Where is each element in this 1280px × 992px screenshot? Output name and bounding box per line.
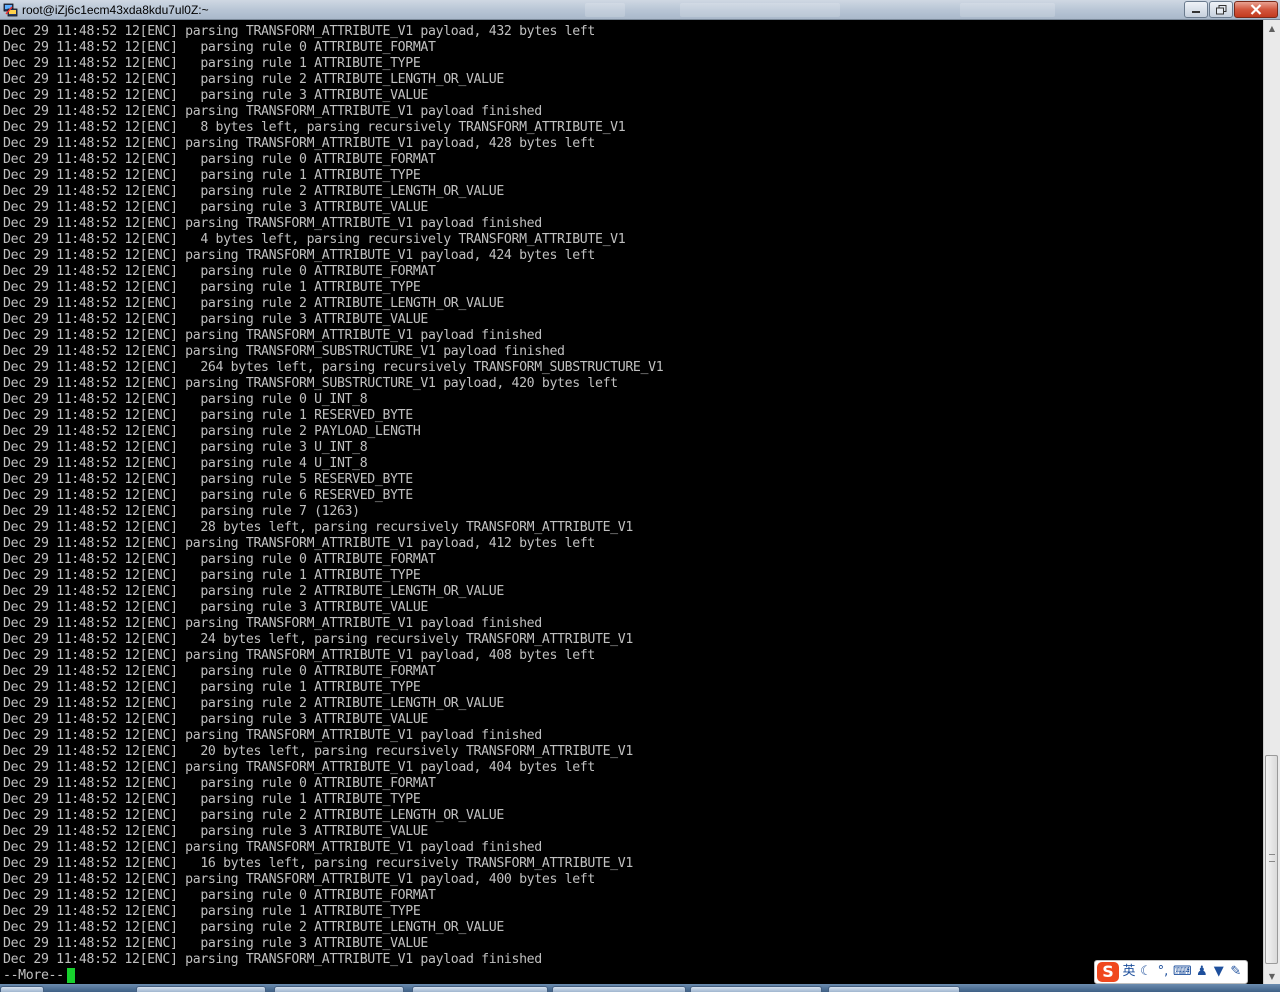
terminal-line: Dec 29 11:48:52 12[ENC] parsing rule 1 A…: [3, 904, 421, 919]
sogou-logo-icon[interactable]: S: [1097, 962, 1119, 982]
maximize-icon: [1215, 4, 1226, 14]
shirt-icon[interactable]: ▼: [1212, 962, 1226, 982]
terminal-line: Dec 29 11:48:52 12[ENC] parsing rule 1 A…: [3, 168, 421, 183]
terminal-line: Dec 29 11:48:52 12[ENC] parsing rule 0 A…: [3, 776, 436, 791]
terminal-line: Dec 29 11:48:52 12[ENC] parsing rule 1 R…: [3, 408, 413, 423]
keyboard-icon[interactable]: ⌨: [1173, 962, 1192, 982]
terminal-line: Dec 29 11:48:52 12[ENC] parsing TRANSFOR…: [3, 760, 595, 775]
taskbar-button[interactable]: [552, 986, 686, 992]
grip-icon: [1269, 854, 1275, 862]
taskbar-button[interactable]: [828, 986, 960, 992]
terminal-line: Dec 29 11:48:52 12[ENC] parsing rule 0 A…: [3, 888, 436, 903]
scroll-thumb[interactable]: [1265, 755, 1278, 964]
terminal-line: Dec 29 11:48:52 12[ENC] parsing rule 3 U…: [3, 440, 368, 455]
terminal-line: Dec 29 11:48:52 12[ENC] parsing rule 5 R…: [3, 472, 413, 487]
taskbar-button[interactable]: [136, 986, 266, 992]
terminal-line: Dec 29 11:48:52 12[ENC] parsing TRANSFOR…: [3, 136, 595, 151]
terminal-line: Dec 29 11:48:52 12[ENC] 20 bytes left, p…: [3, 744, 633, 759]
terminal-line: Dec 29 11:48:52 12[ENC] parsing TRANSFOR…: [3, 728, 542, 743]
terminal-output[interactable]: Dec 29 11:48:52 12[ENC] parsing TRANSFOR…: [3, 24, 1261, 990]
terminal-line: Dec 29 11:48:52 12[ENC] parsing TRANSFOR…: [3, 248, 595, 263]
vertical-scrollbar[interactable]: ▲ ▼: [1263, 20, 1280, 984]
scroll-down-button[interactable]: ▼: [1264, 968, 1280, 984]
background-blur: [680, 3, 840, 17]
terminal-line: Dec 29 11:48:52 12[ENC] parsing rule 0 A…: [3, 152, 436, 167]
terminal-line: Dec 29 11:48:52 12[ENC] parsing rule 2 A…: [3, 296, 504, 311]
terminal-line: Dec 29 11:48:52 12[ENC] parsing rule 2 A…: [3, 808, 504, 823]
terminal-line: Dec 29 11:48:52 12[ENC] parsing TRANSFOR…: [3, 328, 542, 343]
terminal-line: Dec 29 11:48:52 12[ENC] parsing TRANSFOR…: [3, 24, 595, 39]
terminal-line: Dec 29 11:48:52 12[ENC] parsing TRANSFOR…: [3, 616, 542, 631]
taskbar-button[interactable]: [274, 986, 404, 992]
terminal-line: Dec 29 11:48:52 12[ENC] parsing TRANSFOR…: [3, 376, 618, 391]
close-icon: [1250, 4, 1262, 15]
title-bar[interactable]: root@iZj6c1ecm43xda8kdu7ul0Z:~: [0, 0, 1280, 20]
arrow-up-icon: ▲: [1268, 23, 1276, 33]
terminal-window: root@iZj6c1ecm43xda8kdu7ul0Z:~ Dec 29 11…: [0, 0, 1280, 992]
terminal-line: Dec 29 11:48:52 12[ENC] parsing rule 0 A…: [3, 40, 436, 55]
terminal-line: Dec 29 11:48:52 12[ENC] 28 bytes left, p…: [3, 520, 633, 535]
terminal-line: Dec 29 11:48:52 12[ENC] 8 bytes left, pa…: [3, 120, 626, 135]
terminal-line: Dec 29 11:48:52 12[ENC] parsing rule 2 A…: [3, 584, 504, 599]
ime-language-toggle[interactable]: 英: [1122, 962, 1136, 982]
background-blur: [585, 3, 625, 17]
minimize-button[interactable]: [1184, 1, 1208, 18]
terminal-line: Dec 29 11:48:52 12[ENC] parsing TRANSFOR…: [3, 872, 595, 887]
terminal-line: Dec 29 11:48:52 12[ENC] parsing rule 2 A…: [3, 184, 504, 199]
terminal-line: Dec 29 11:48:52 12[ENC] parsing rule 0 A…: [3, 664, 436, 679]
terminal-line: Dec 29 11:48:52 12[ENC] parsing rule 3 A…: [3, 824, 429, 839]
taskbar-button[interactable]: [412, 986, 548, 992]
close-button[interactable]: [1234, 1, 1278, 18]
punctuation-icon[interactable]: °,: [1156, 962, 1170, 982]
terminal-line: Dec 29 11:48:52 12[ENC] parsing rule 2 A…: [3, 920, 504, 935]
terminal-line: Dec 29 11:48:52 12[ENC] parsing rule 1 A…: [3, 56, 421, 71]
terminal-line: Dec 29 11:48:52 12[ENC] 16 bytes left, p…: [3, 856, 633, 871]
minimize-icon: [1192, 10, 1200, 13]
terminal-line: Dec 29 11:48:52 12[ENC] parsing rule 1 A…: [3, 792, 421, 807]
terminal-line: Dec 29 11:48:52 12[ENC] parsing rule 3 A…: [3, 936, 429, 951]
moon-icon[interactable]: ☾: [1139, 962, 1153, 982]
terminal-line: Dec 29 11:48:52 12[ENC] parsing rule 1 A…: [3, 680, 421, 695]
terminal-line: Dec 29 11:48:52 12[ENC] parsing rule 3 A…: [3, 200, 429, 215]
terminal-line: Dec 29 11:48:52 12[ENC] parsing rule 7 (…: [3, 504, 360, 519]
window-title: root@iZj6c1ecm43xda8kdu7ul0Z:~: [22, 3, 209, 17]
terminal-line: Dec 29 11:48:52 12[ENC] parsing rule 1 A…: [3, 568, 421, 583]
pager-more-prompt: --More--: [3, 968, 64, 983]
terminal-line: Dec 29 11:48:52 12[ENC] parsing rule 0 A…: [3, 264, 436, 279]
terminal-line: Dec 29 11:48:52 12[ENC] parsing TRANSFOR…: [3, 536, 595, 551]
terminal-line: Dec 29 11:48:52 12[ENC] 264 bytes left, …: [3, 360, 664, 375]
terminal-line: Dec 29 11:48:52 12[ENC] parsing rule 3 A…: [3, 312, 429, 327]
terminal-line: Dec 29 11:48:52 12[ENC] parsing rule 2 A…: [3, 72, 504, 87]
maximize-button[interactable]: [1209, 1, 1233, 18]
scroll-up-button[interactable]: ▲: [1264, 20, 1280, 36]
terminal-line: Dec 29 11:48:52 12[ENC] parsing TRANSFOR…: [3, 344, 565, 359]
user-icon[interactable]: ♟: [1195, 962, 1209, 982]
window-controls: [1183, 1, 1278, 18]
arrow-down-icon: ▼: [1268, 971, 1276, 981]
background-blur: [960, 3, 1055, 17]
terminal-line: Dec 29 11:48:52 12[ENC] 4 bytes left, pa…: [3, 232, 626, 247]
taskbar-start-orb[interactable]: [0, 986, 44, 992]
ime-toolbar[interactable]: S 英 ☾ °, ⌨ ♟ ▼ ✎: [1094, 960, 1248, 984]
terminal-line: Dec 29 11:48:52 12[ENC] parsing rule 3 A…: [3, 712, 429, 727]
terminal-line: Dec 29 11:48:52 12[ENC] parsing rule 1 A…: [3, 280, 421, 295]
putty-terminal-icon[interactable]: [3, 2, 18, 17]
terminal-line: Dec 29 11:48:52 12[ENC] parsing rule 2 A…: [3, 696, 504, 711]
terminal-line: Dec 29 11:48:52 12[ENC] parsing rule 6 R…: [3, 488, 413, 503]
terminal-line: Dec 29 11:48:52 12[ENC] parsing TRANSFOR…: [3, 840, 542, 855]
terminal-line: Dec 29 11:48:52 12[ENC] parsing TRANSFOR…: [3, 104, 542, 119]
terminal-line: Dec 29 11:48:52 12[ENC] 24 bytes left, p…: [3, 632, 633, 647]
terminal-line: Dec 29 11:48:52 12[ENC] parsing rule 3 A…: [3, 600, 429, 615]
terminal-line: Dec 29 11:48:52 12[ENC] parsing rule 2 P…: [3, 424, 421, 439]
taskbar-button[interactable]: [690, 986, 822, 992]
terminal-line: Dec 29 11:48:52 12[ENC] parsing rule 4 U…: [3, 456, 368, 471]
terminal-line: Dec 29 11:48:52 12[ENC] parsing TRANSFOR…: [3, 952, 542, 967]
wrench-icon[interactable]: ✎: [1229, 962, 1243, 982]
terminal-line: Dec 29 11:48:52 12[ENC] parsing rule 3 A…: [3, 88, 429, 103]
terminal-line: Dec 29 11:48:52 12[ENC] parsing TRANSFOR…: [3, 216, 542, 231]
terminal-line: Dec 29 11:48:52 12[ENC] parsing rule 0 A…: [3, 552, 436, 567]
terminal-line: Dec 29 11:48:52 12[ENC] parsing TRANSFOR…: [3, 648, 595, 663]
terminal-cursor: [67, 968, 75, 983]
terminal-line: Dec 29 11:48:52 12[ENC] parsing rule 0 U…: [3, 392, 368, 407]
